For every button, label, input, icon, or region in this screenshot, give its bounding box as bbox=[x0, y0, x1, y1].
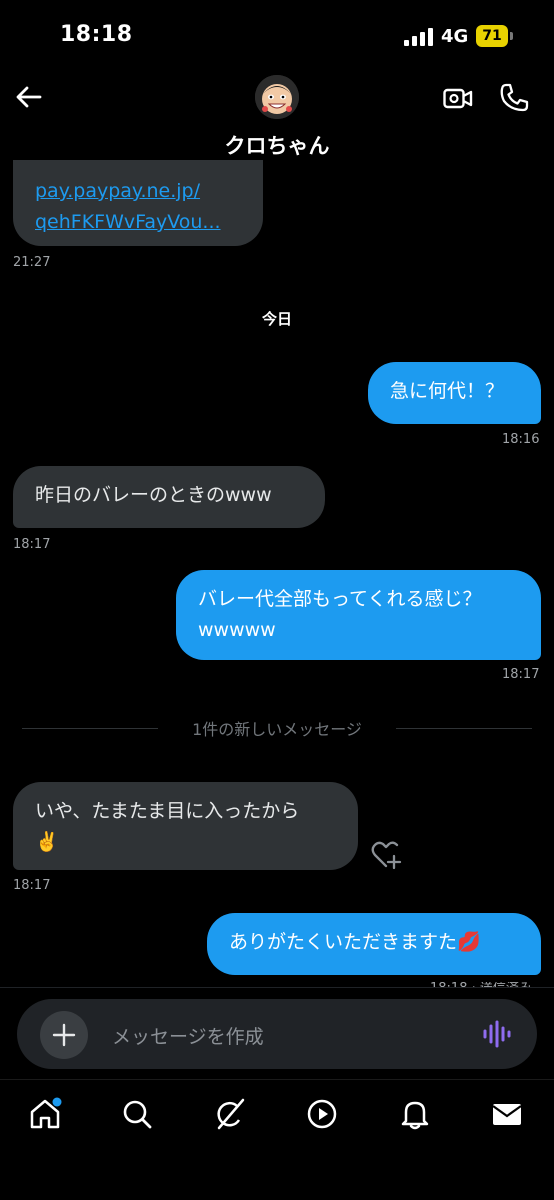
message-composer[interactable] bbox=[17, 999, 537, 1069]
divider-line bbox=[396, 728, 532, 729]
home-icon[interactable] bbox=[28, 1097, 62, 1131]
new-messages-label: 1件の新しいメッセージ bbox=[192, 720, 362, 739]
grok-icon[interactable] bbox=[213, 1097, 247, 1131]
outgoing-message[interactable]: 急に何代！？ bbox=[368, 362, 541, 424]
message-timestamp: 21:27 bbox=[13, 255, 51, 270]
status-bar: 18:18 4G 71 bbox=[0, 0, 554, 72]
day-separator: 今日 bbox=[261, 310, 292, 328]
bottom-navigation bbox=[0, 1079, 554, 1200]
divider-line bbox=[22, 728, 158, 729]
battery-icon: 71 bbox=[476, 25, 516, 47]
message-timestamp: 18:17 bbox=[13, 537, 51, 552]
message-line: バレー代全部もってくれる感じ？ bbox=[198, 588, 482, 610]
paypay-link-line2[interactable]: qehFKFWvFayVou... bbox=[35, 207, 241, 238]
outgoing-message[interactable]: バレー代全部もってくれる感じ？ wwwww bbox=[176, 570, 541, 660]
battery-level: 71 bbox=[476, 25, 508, 47]
video-call-icon[interactable] bbox=[442, 82, 474, 114]
signal-icon bbox=[404, 28, 434, 46]
outgoing-message[interactable]: ありがたくいただきますた💋 bbox=[207, 913, 541, 975]
message-line: wwwww bbox=[198, 619, 276, 641]
voice-message-icon[interactable] bbox=[482, 1018, 512, 1050]
message-timestamp: 18:17 bbox=[13, 878, 51, 893]
message-timestamp: 18:17 bbox=[502, 667, 540, 682]
avatar[interactable] bbox=[255, 75, 299, 119]
back-arrow-icon[interactable] bbox=[14, 82, 44, 112]
video-icon[interactable] bbox=[305, 1097, 339, 1131]
phone-call-icon[interactable] bbox=[498, 82, 530, 114]
paypay-link-line1[interactable]: pay.paypay.ne.jp/ bbox=[35, 176, 241, 207]
message-line: いや、たまたま目に入ったから bbox=[35, 800, 300, 822]
incoming-message-link[interactable]: pay.paypay.ne.jp/ qehFKFWvFayVou... bbox=[13, 160, 263, 246]
status-time: 18:18 bbox=[60, 22, 133, 47]
contact-name[interactable]: クロちゃん bbox=[0, 130, 554, 160]
message-line: ✌️ bbox=[35, 831, 59, 853]
add-reaction-heart-icon[interactable] bbox=[370, 840, 404, 870]
network-type: 4G bbox=[441, 26, 469, 47]
add-media-button[interactable] bbox=[40, 1011, 88, 1059]
notifications-icon[interactable] bbox=[398, 1097, 432, 1131]
incoming-message[interactable]: いや、たまたま目に入ったから ✌️ bbox=[13, 782, 358, 870]
message-input[interactable]: メッセージを作成 bbox=[112, 1022, 264, 1049]
incoming-message[interactable]: 昨日のバレーのときのwww bbox=[13, 466, 325, 528]
search-icon[interactable] bbox=[120, 1097, 154, 1131]
messages-icon[interactable] bbox=[490, 1097, 524, 1131]
message-timestamp: 18:16 bbox=[502, 432, 540, 447]
